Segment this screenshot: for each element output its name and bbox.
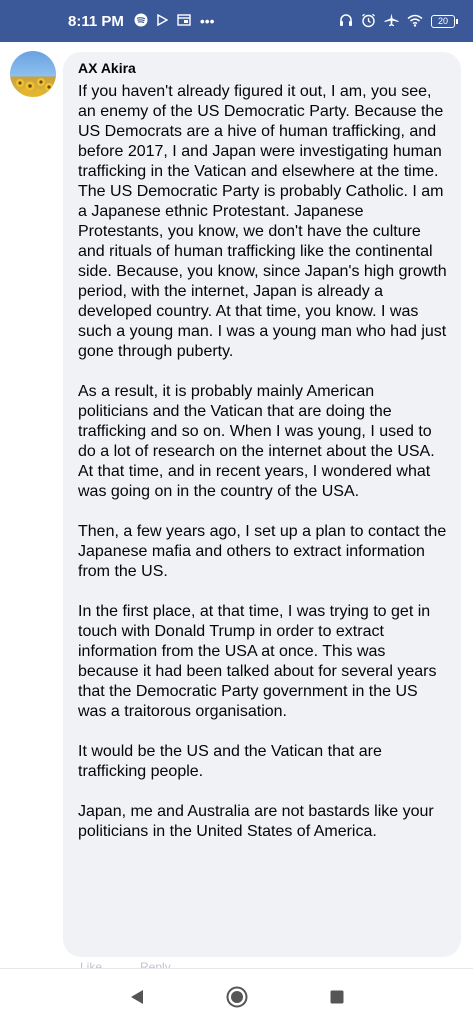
comment-paragraph: Japan, me and Australia are not bastards… [78,803,434,840]
status-bar: 8:11 PM ••• 20 [0,0,473,42]
more-dots-icon: ••• [199,13,215,29]
comment-paragraph: As a result, it is probably mainly Ameri… [78,383,435,500]
comment-paragraph: Then, a few years ago, I set up a plan t… [78,523,447,580]
headset-icon [339,13,353,29]
airplane-icon [384,13,399,29]
comment-paragraph: In the first place, at that time, I was … [78,603,437,720]
comment-bubble: AX Akira If you haven't already figured … [63,52,461,957]
comment-paragraph: It would be the US and the Vatican that … [78,743,382,780]
home-button[interactable] [187,986,287,1008]
system-nav-bar [0,968,473,1025]
status-time: 8:11 PM [68,12,124,30]
wifi-icon [407,14,423,29]
sunflower-field-image [16,78,53,97]
status-right-group: 20 [339,13,458,30]
recents-button[interactable] [287,990,387,1004]
recents-icon [330,990,343,1004]
back-icon [130,990,143,1004]
avatar[interactable] [10,51,56,97]
battery-level: 20 [437,16,448,26]
alarm-icon [361,13,376,30]
home-icon [226,986,247,1008]
spotify-icon [134,13,148,29]
back-button[interactable] [87,989,187,1005]
play-icon [157,13,169,28]
comment-author[interactable]: AX Akira [78,60,447,77]
comment-paragraph: If you haven't already figured it out, I… [78,83,447,360]
battery-indicator: 20 [431,14,458,28]
window-icon [177,14,191,28]
comment-body: If you haven't already figured it out, I… [78,82,447,842]
